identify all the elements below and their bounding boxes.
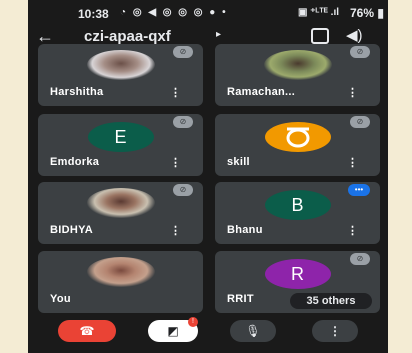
participant-tile-ramachan[interactable]: ⊘ Ramachan... ⋮: [215, 44, 380, 106]
participant-avatar: R: [264, 259, 331, 289]
mic-off-icon: ⊘: [173, 116, 193, 128]
switch-camera-icon[interactable]: [311, 28, 329, 44]
mic-off-icon: ⊘: [173, 184, 193, 196]
toggle-mic-button[interactable]: 🎙: [230, 320, 276, 342]
participant-tile-bhanu[interactable]: B ••• Bhanu ⋮: [215, 182, 380, 244]
mic-off-icon: ⊘: [173, 46, 193, 58]
participant-name: BIDHYA: [50, 224, 93, 236]
participant-tile-rrit[interactable]: R ⊘ RRIT 35 others: [215, 251, 380, 313]
speaking-indicator-icon: •••: [348, 184, 370, 196]
participant-photo: [86, 188, 155, 218]
participant-photo: [263, 50, 332, 80]
tile-menu-icon[interactable]: ⋮: [347, 224, 358, 237]
participant-name: Emdorka: [50, 156, 100, 168]
participant-tile-harshitha[interactable]: ⊘ Harshitha ⋮: [38, 44, 203, 106]
camera-alert-badge: !: [188, 317, 198, 327]
participant-name: Bhanu: [227, 224, 263, 236]
participant-avatar: [264, 122, 331, 152]
meeting-code[interactable]: czi-apaa-qxf: [84, 28, 171, 45]
tile-menu-icon[interactable]: ⋮: [170, 86, 181, 99]
others-count-badge[interactable]: 35 others: [290, 293, 372, 309]
status-bar: 10:38 ◔ ◎ ◀ ◎ ◎ ◎ ● • ▣ ⁺ᴸᵀᴱ .ıl 76% ▮: [28, 4, 388, 24]
participant-avatar: B: [264, 190, 331, 220]
meeting-info-caret-icon[interactable]: ▸: [216, 29, 221, 40]
participant-photo: [86, 257, 155, 287]
participant-tile-you[interactable]: You: [38, 251, 203, 313]
tile-menu-icon[interactable]: ⋮: [170, 224, 181, 237]
mic-off-icon: ⊘: [350, 116, 370, 128]
participant-tile-bidhya[interactable]: ⊘ BIDHYA ⋮: [38, 182, 203, 244]
participant-photo: [86, 50, 155, 80]
microphone-icon: 🎙: [245, 324, 261, 338]
skill-logo-icon: [286, 127, 309, 148]
speaker-icon[interactable]: ◀): [346, 26, 363, 44]
phone-hangup-icon: ☎: [79, 324, 95, 338]
tile-menu-icon[interactable]: ⋮: [170, 156, 181, 169]
tile-menu-icon[interactable]: ⋮: [347, 86, 358, 99]
status-time: 10:38: [78, 7, 109, 21]
participant-avatar: E: [87, 122, 154, 152]
tile-menu-icon[interactable]: ⋮: [347, 156, 358, 169]
mic-off-icon: ⊘: [350, 46, 370, 58]
phone-screen: 10:38 ◔ ◎ ◀ ◎ ◎ ◎ ● • ▣ ⁺ᴸᵀᴱ .ıl 76% ▮ ←…: [28, 0, 388, 353]
camera-off-icon: ◩: [167, 324, 179, 338]
call-controls: ☎ ◩ ! 🎙 ⋮: [28, 315, 388, 353]
battery-indicator: 76% ▮: [350, 6, 384, 20]
participant-name: Ramachan...: [227, 86, 296, 98]
notification-icons: ◔ ◎ ◀ ◎ ◎ ◎ ● •: [120, 7, 228, 18]
more-vert-icon: ⋮: [329, 324, 341, 338]
participant-name: Harshitha: [50, 86, 104, 98]
end-call-button[interactable]: ☎: [58, 320, 116, 342]
participant-name: RRIT: [227, 293, 254, 305]
participant-name: skill: [227, 156, 250, 168]
signal-icons: ▣ ⁺ᴸᵀᴱ .ıl: [298, 7, 340, 18]
more-options-button[interactable]: ⋮: [312, 320, 358, 342]
participant-tile-skill[interactable]: ⊘ skill ⋮: [215, 114, 380, 176]
participant-name: You: [50, 293, 71, 305]
mic-off-icon: ⊘: [350, 253, 370, 265]
participant-tile-emdorka[interactable]: E ⊘ Emdorka ⋮: [38, 114, 203, 176]
